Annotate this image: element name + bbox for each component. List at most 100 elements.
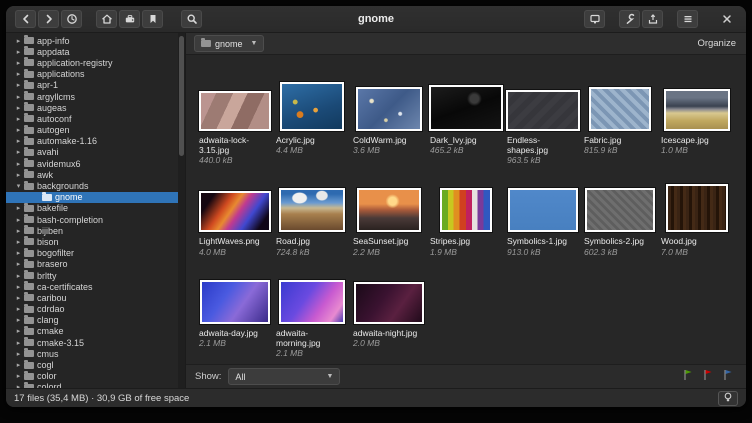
- sidebar-scrollbar[interactable]: [178, 33, 185, 388]
- expander-icon[interactable]: ▸: [14, 272, 23, 280]
- red-flag-button[interactable]: [703, 369, 713, 384]
- expander-icon[interactable]: ▸: [14, 327, 23, 335]
- sidebar-item-cogl[interactable]: ▸cogl: [6, 359, 185, 370]
- sidebar-item-bakefile[interactable]: ▸bakefile: [6, 203, 185, 214]
- green-flag-button[interactable]: [683, 369, 693, 384]
- drive-button[interactable]: [119, 10, 140, 28]
- expander-icon[interactable]: ▸: [14, 216, 23, 224]
- sidebar-item-brltty[interactable]: ▸brltty: [6, 270, 185, 281]
- expander-icon[interactable]: ▸: [14, 160, 23, 168]
- sidebar-item-avahi[interactable]: ▸avahi: [6, 147, 185, 158]
- search-button[interactable]: [181, 10, 202, 28]
- sidebar-item-color[interactable]: ▸color: [6, 371, 185, 382]
- sidebar-item-cdrdao[interactable]: ▸cdrdao: [6, 304, 185, 315]
- organize-button[interactable]: Organize: [695, 38, 738, 49]
- file-item[interactable]: adwaita-night.jpg2.0 MB: [350, 275, 427, 359]
- file-item[interactable]: Icescape.jpg1.0 MB: [658, 82, 735, 166]
- file-item[interactable]: adwaita-morning.jpg2.1 MB: [273, 275, 350, 359]
- sidebar-item-colord[interactable]: ▸colord: [6, 382, 185, 388]
- file-item[interactable]: Wood.jpg7.0 MB: [658, 183, 735, 257]
- expander-icon[interactable]: ▸: [14, 305, 23, 313]
- expander-icon[interactable]: ▸: [14, 81, 23, 89]
- sidebar-item-appdata[interactable]: ▸appdata: [6, 46, 185, 57]
- sidebar-item-bison[interactable]: ▸bison: [6, 236, 185, 247]
- expander-icon[interactable]: ▸: [14, 59, 23, 67]
- expander-icon[interactable]: ▸: [14, 37, 23, 45]
- sidebar-item-brasero[interactable]: ▸brasero: [6, 259, 185, 270]
- sidebar-item-bash-completion[interactable]: ▸bash-completion: [6, 214, 185, 225]
- sidebar-item-autoconf[interactable]: ▸autoconf: [6, 113, 185, 124]
- file-item[interactable]: Endless-shapes.jpg963.5 kB: [504, 82, 581, 166]
- expander-icon[interactable]: ▸: [14, 283, 23, 291]
- expander-icon[interactable]: ▸: [14, 227, 23, 235]
- expander-icon[interactable]: ▾: [14, 182, 23, 190]
- sidebar-item-cmake[interactable]: ▸cmake: [6, 326, 185, 337]
- file-item[interactable]: SeaSunset.jpg2.2 MB: [350, 183, 427, 257]
- file-item[interactable]: adwaita-day.jpg2.1 MB: [196, 275, 273, 359]
- file-item[interactable]: Dark_Ivy.jpg465.2 kB: [427, 82, 504, 166]
- sidebar-item-backgrounds[interactable]: ▾backgrounds: [6, 180, 185, 191]
- filter-dropdown[interactable]: All ▼: [228, 368, 340, 385]
- export-button[interactable]: [642, 10, 663, 28]
- close-window-button[interactable]: [716, 10, 737, 28]
- sidebar-item-bijiben[interactable]: ▸bijiben: [6, 225, 185, 236]
- expander-icon[interactable]: ▸: [14, 361, 23, 369]
- expander-icon[interactable]: ▸: [14, 204, 23, 212]
- sidebar-item-app-info[interactable]: ▸app-info: [6, 35, 185, 46]
- file-item[interactable]: LightWaves.png4.0 MB: [196, 183, 273, 257]
- expander-icon[interactable]: ▸: [14, 249, 23, 257]
- expander-icon[interactable]: ▸: [14, 70, 23, 78]
- current-folder-dropdown[interactable]: gnome ▼: [194, 35, 264, 52]
- file-item[interactable]: Symbolics-2.jpg602.3 kB: [581, 183, 658, 257]
- sidebar-item-clang[interactable]: ▸clang: [6, 315, 185, 326]
- sidebar-item-cmake-3.15[interactable]: ▸cmake-3.15: [6, 337, 185, 348]
- sidebar-item-ca-certificates[interactable]: ▸ca-certificates: [6, 281, 185, 292]
- tools-button[interactable]: [619, 10, 640, 28]
- tips-button[interactable]: [718, 391, 738, 406]
- sidebar-item-argyllcms[interactable]: ▸argyllcms: [6, 91, 185, 102]
- sidebar-item-apr-1[interactable]: ▸apr-1: [6, 80, 185, 91]
- expander-icon[interactable]: ▸: [14, 339, 23, 347]
- expander-icon[interactable]: ▸: [14, 294, 23, 302]
- sidebar-item-avidemux6[interactable]: ▸avidemux6: [6, 158, 185, 169]
- expander-icon[interactable]: ▸: [14, 238, 23, 246]
- bookmarks-button[interactable]: [142, 10, 163, 28]
- expander-icon[interactable]: ▸: [14, 372, 23, 380]
- menu-button[interactable]: [677, 10, 698, 28]
- forward-button[interactable]: [38, 10, 59, 28]
- sidebar-item-autogen[interactable]: ▸autogen: [6, 125, 185, 136]
- file-item[interactable]: Fabric.jpg815.9 kB: [581, 82, 658, 166]
- expander-icon[interactable]: ▸: [14, 126, 23, 134]
- blue-flag-button[interactable]: [723, 369, 733, 384]
- expander-icon[interactable]: ▸: [14, 171, 23, 179]
- file-item[interactable]: Acrylic.jpg4.4 MB: [273, 82, 350, 166]
- expander-icon[interactable]: ▸: [14, 383, 23, 388]
- sidebar-item-awk[interactable]: ▸awk: [6, 169, 185, 180]
- presentation-button[interactable]: [584, 10, 605, 28]
- expander-icon[interactable]: ▸: [14, 260, 23, 268]
- file-item[interactable]: Road.jpg724.8 kB: [273, 183, 350, 257]
- sidebar-item-augeas[interactable]: ▸augeas: [6, 102, 185, 113]
- file-item[interactable]: adwaita-lock-3.15.jpg440.0 kB: [196, 82, 273, 166]
- file-item[interactable]: Symbolics-1.jpg913.0 kB: [504, 183, 581, 257]
- sidebar-item-application-registry[interactable]: ▸application-registry: [6, 57, 185, 68]
- file-item[interactable]: ColdWarm.jpg3.6 MB: [350, 82, 427, 166]
- sidebar-item-automake-1.16[interactable]: ▸automake-1.16: [6, 136, 185, 147]
- file-item[interactable]: Stripes.jpg1.9 MB: [427, 183, 504, 257]
- home-button[interactable]: [96, 10, 117, 28]
- expander-icon[interactable]: ▸: [14, 137, 23, 145]
- expander-icon[interactable]: ▸: [14, 104, 23, 112]
- expander-icon[interactable]: ▸: [14, 48, 23, 56]
- expander-icon[interactable]: ▸: [14, 148, 23, 156]
- expander-icon[interactable]: ▸: [14, 350, 23, 358]
- back-button[interactable]: [15, 10, 36, 28]
- expander-icon[interactable]: ▸: [14, 93, 23, 101]
- sidebar-item-gnome[interactable]: gnome: [6, 192, 185, 203]
- sidebar-scrollbar-thumb[interactable]: [179, 36, 184, 156]
- sidebar-item-cmus[interactable]: ▸cmus: [6, 348, 185, 359]
- expander-icon[interactable]: ▸: [14, 115, 23, 123]
- sidebar-item-applications[interactable]: ▸applications: [6, 69, 185, 80]
- history-button[interactable]: [61, 10, 82, 28]
- sidebar-item-caribou[interactable]: ▸caribou: [6, 292, 185, 303]
- sidebar-item-bogofilter[interactable]: ▸bogofilter: [6, 248, 185, 259]
